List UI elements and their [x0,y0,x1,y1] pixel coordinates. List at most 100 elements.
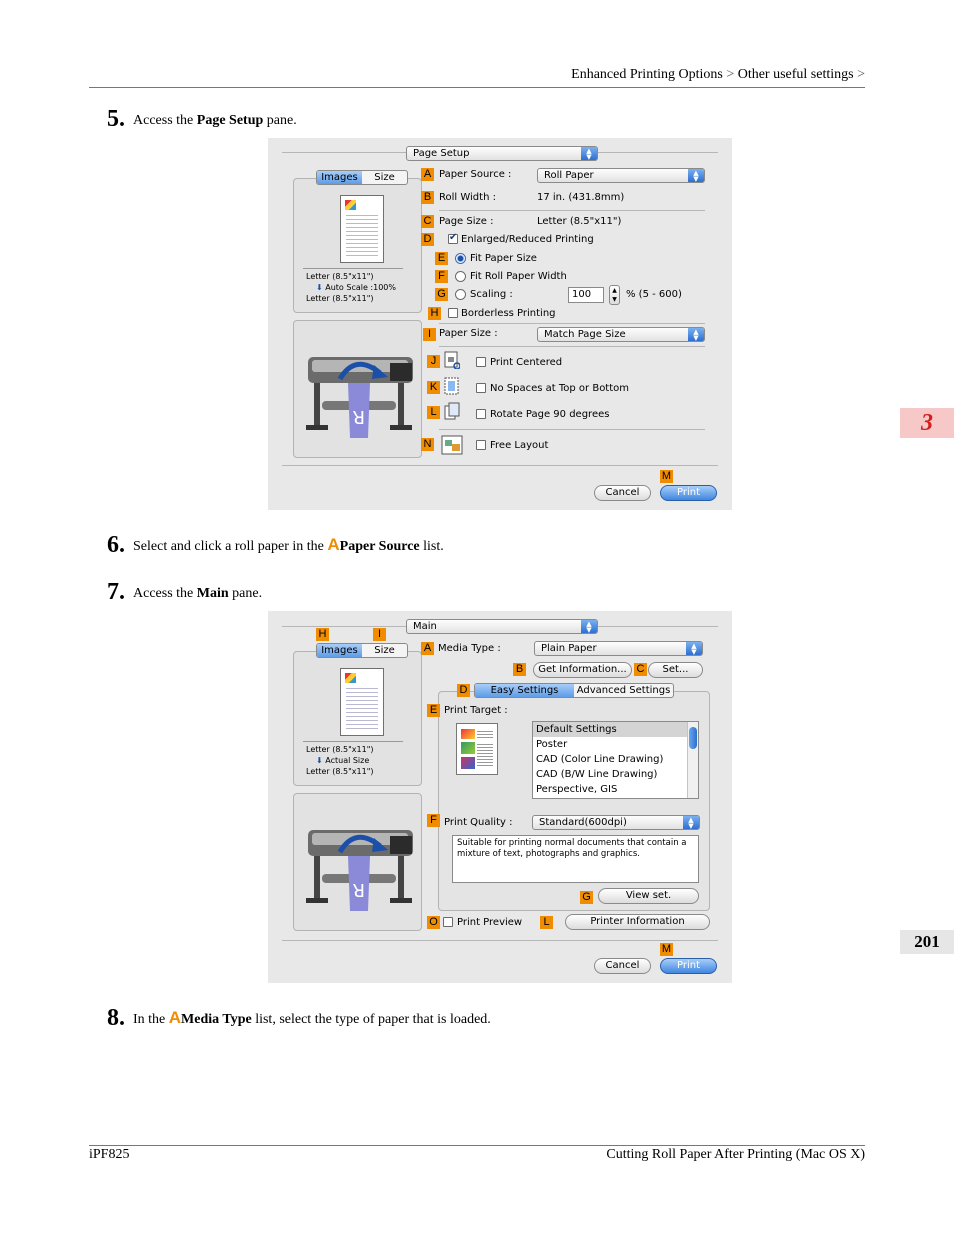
marker-g: G [435,288,448,301]
borderless-checkbox[interactable] [448,308,458,318]
pane-popup[interactable]: Main ▲ ▼ [406,619,598,634]
marker-n: N [421,438,434,451]
marker-k: K [427,381,440,394]
no-spaces-icon [444,377,459,395]
list-item[interactable]: Poster [533,737,698,752]
no-spaces-checkbox[interactable] [476,383,486,393]
free-layout-checkbox[interactable] [476,440,486,450]
tab-size[interactable]: Size [362,171,407,184]
page-size-label: Page Size : [439,216,494,227]
step-8: 8. In the AMedia Type list, select the ty… [107,1005,491,1031]
breadcrumb-2[interactable]: Other useful settings [738,67,854,82]
breadcrumb-1[interactable]: Enhanced Printing Options [571,67,723,82]
marker-c: C [634,663,647,676]
list-item[interactable]: CAD (Color Line Drawing) [533,752,698,767]
roll-width-value: 17 in. (431.8mm) [537,192,625,203]
list-item[interactable]: Perspective, GIS [533,782,698,797]
preview-output-size: Letter (8.5"x11") [306,767,374,776]
marker-h: H [316,628,329,641]
print-button[interactable]: Print [660,485,717,501]
paper-source-popup[interactable]: Roll Paper ▲ ▼ [537,168,705,183]
page-number: 201 [900,930,954,954]
marker-c: C [421,215,434,228]
enlarged-reduced-checkbox[interactable] [448,232,458,244]
print-preview-checkbox[interactable] [443,917,453,927]
fit-paper-size-label: Fit Paper Size [470,253,537,264]
marker-b: B [421,191,434,204]
scaling-label: Scaling : [470,289,513,300]
scaling-stepper[interactable]: ▲ ▼ [609,285,620,305]
preview-output-size: Letter (8.5"x11") [306,294,374,303]
quality-description: Suitable for printing normal documents t… [452,835,699,883]
marker-i: I [423,328,436,341]
page-size-value: Letter (8.5"x11") [537,216,622,227]
printer-illustration: R [306,357,413,438]
fit-roll-width-radio[interactable] [455,271,466,282]
svg-text:R: R [352,879,365,900]
breadcrumb-trailing: > [857,67,865,82]
marker-e: E [435,252,448,265]
marker-l: L [540,916,553,929]
scaling-radio[interactable] [455,289,466,300]
fit-roll-width-label: Fit Roll Paper Width [470,271,567,282]
rotate-page-label: Rotate Page 90 degrees [490,409,610,420]
media-type-label: Media Type : [438,643,501,654]
page-preview [340,668,384,736]
print-target-list[interactable]: Default Settings Poster CAD (Color Line … [532,721,699,799]
set-button[interactable]: Set... [648,662,703,678]
arrow-down-icon: ⬇ [316,756,323,765]
marker-a-inline: A [168,1008,182,1027]
printer-information-button[interactable]: Printer Information [565,914,710,930]
tab-size[interactable]: Size [362,644,407,657]
preview-tabs[interactable]: Images Size [316,170,408,185]
list-item[interactable]: CAD (B/W Line Drawing) [533,767,698,782]
marker-e: E [427,704,440,717]
scaling-input[interactable]: 100 [568,287,604,303]
marker-i: I [373,628,386,641]
marker-m: M [660,470,673,483]
scaling-range: % (5 - 600) [626,289,682,300]
popup-arrows-icon: ▲ ▼ [686,642,702,655]
print-centered-label: Print Centered [490,357,563,368]
free-layout-label: Free Layout [490,440,549,451]
get-information-button[interactable]: Get Information... [533,662,632,678]
marker-a-inline: A [327,535,340,554]
cancel-button[interactable]: Cancel [594,958,651,974]
header-rule [89,87,865,88]
print-quality-popup[interactable]: Standard(600dpi) ▲ ▼ [532,815,700,830]
marker-h: H [428,307,441,320]
tab-easy-settings[interactable]: Easy Settings [475,684,574,697]
marker-f: F [435,270,448,283]
print-centered-checkbox[interactable] [476,357,486,367]
list-scrollbar[interactable] [687,722,698,798]
rotate-page-checkbox[interactable] [476,409,486,419]
print-preview-label: Print Preview [457,917,523,928]
media-type-popup[interactable]: Plain Paper ▲ ▼ [534,641,703,656]
marker-o: O [427,916,440,929]
popup-arrows-icon: ▲ ▼ [581,147,597,160]
tab-images[interactable]: Images [317,171,362,184]
cancel-button[interactable]: Cancel [594,485,651,501]
marker-d: D [457,684,470,697]
tab-images[interactable]: Images [317,644,362,657]
paper-source-label: Paper Source : [439,169,512,180]
enlarged-reduced-label: Enlarged/Reduced Printing [461,234,594,245]
chapter-tab[interactable]: 3 [900,408,954,438]
fit-paper-size-radio[interactable] [455,253,466,264]
footer-rule [89,1145,865,1146]
print-centered-icon [444,351,460,369]
print-button[interactable]: Print [660,958,717,974]
list-item[interactable]: Default Settings [533,722,698,737]
view-settings-button[interactable]: View set. [598,888,699,904]
print-quality-label: Print Quality : [444,817,513,828]
paper-size-popup[interactable]: Match Page Size ▲ ▼ [537,327,705,342]
pane-popup[interactable]: Page Setup ▲ ▼ [406,146,598,161]
page-header: Enhanced Printing Options > Other useful… [571,67,865,83]
settings-mode-tabs[interactable]: Easy Settings Advanced Settings [474,683,674,698]
page-preview [340,195,384,263]
footer-model: iPF825 [89,1147,130,1162]
footer-title[interactable]: Cutting Roll Paper After Printing (Mac O… [606,1147,865,1163]
tab-advanced-settings[interactable]: Advanced Settings [574,684,673,697]
preview-tabs[interactable]: Images Size [316,643,408,658]
svg-text:R: R [352,406,365,427]
